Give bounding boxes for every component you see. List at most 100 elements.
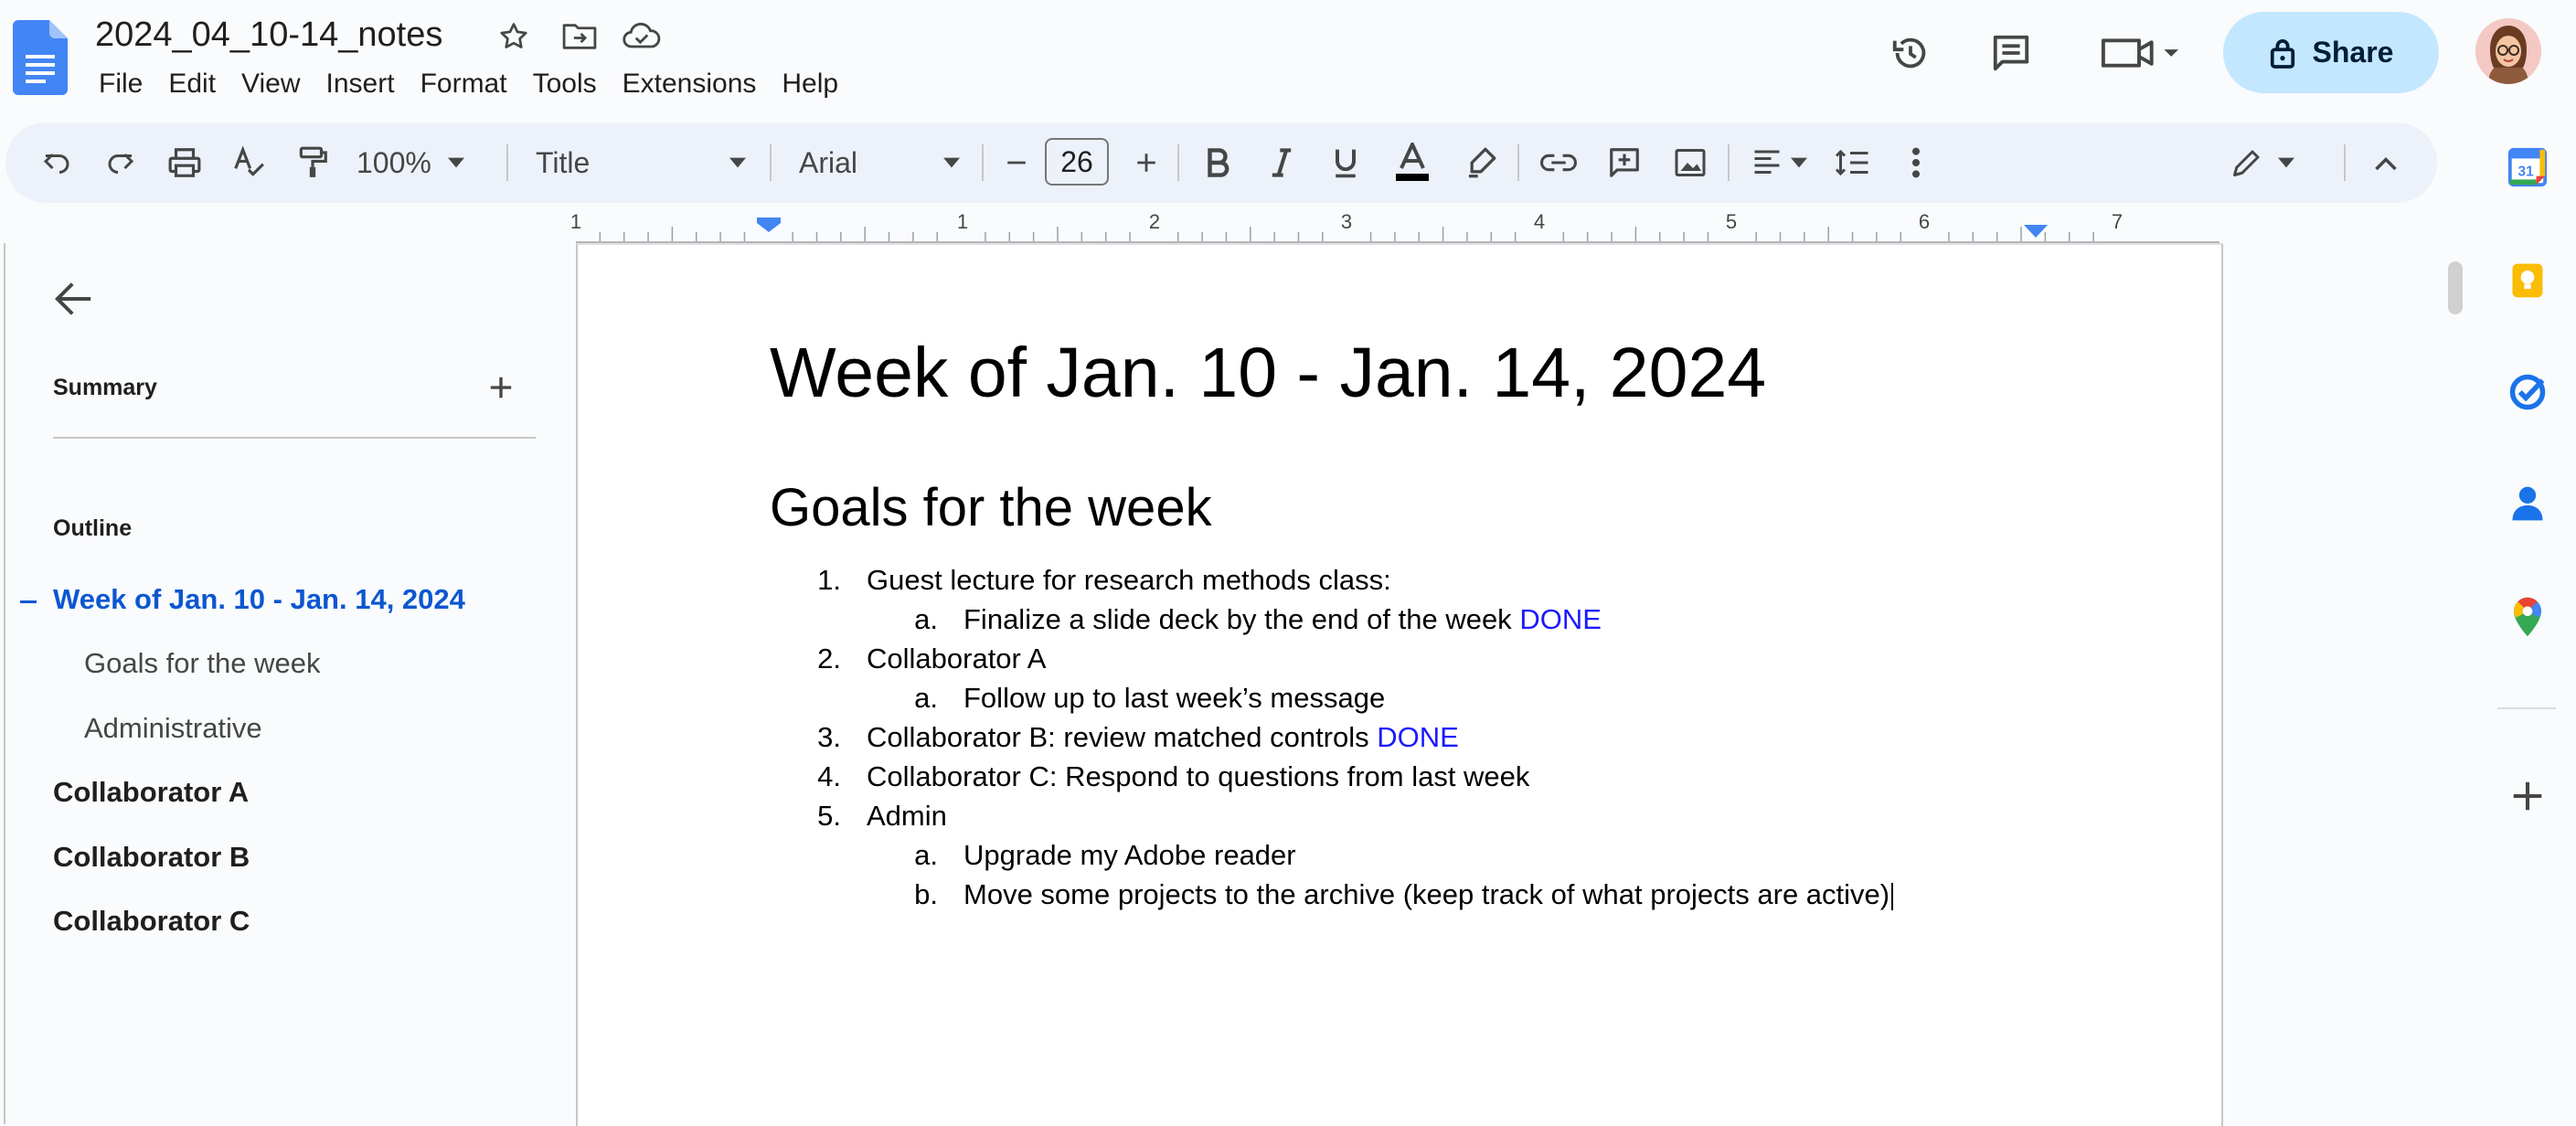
version-history-icon[interactable] <box>1883 26 1938 80</box>
active-marker <box>20 600 37 603</box>
insert-link-icon[interactable] <box>1538 122 1580 203</box>
list-item[interactable]: 1. Guest lecture for research methods cla… <box>817 561 1391 600</box>
align-select[interactable] <box>1742 122 1815 203</box>
star-icon[interactable] <box>494 16 534 57</box>
list-item[interactable]: b. Move some projects to the archive (kee… <box>914 876 1894 914</box>
comments-icon[interactable] <box>1984 26 2038 80</box>
docs-logo-icon[interactable] <box>13 20 68 95</box>
tasks-icon[interactable] <box>2505 369 2550 415</box>
list-item[interactable]: 5. Admin <box>817 797 947 835</box>
move-folder-icon[interactable] <box>559 16 600 57</box>
add-comment-icon[interactable] <box>1603 122 1645 203</box>
outline-label: Outline <box>53 515 133 541</box>
chevron-down-icon <box>943 157 960 168</box>
scrollbar-thumb[interactable] <box>2448 261 2463 314</box>
toolbar: 100% Title Arial 26 <box>5 122 2437 203</box>
text-cursor <box>1891 882 1894 910</box>
outline-item-administrative[interactable]: Administrative <box>84 712 262 745</box>
document-heading[interactable]: Week of Jan. 10 - Jan. 14, 2024 <box>770 329 1766 417</box>
keep-icon[interactable] <box>2505 258 2550 303</box>
ruler-label: 2 <box>1148 210 1161 233</box>
menu-help[interactable]: Help <box>769 64 851 104</box>
underline-icon[interactable] <box>1325 122 1366 203</box>
menu-extensions[interactable]: Extensions <box>610 64 770 104</box>
indent-marker <box>757 218 781 232</box>
divider <box>53 437 536 439</box>
style-value: Title <box>536 145 591 179</box>
insert-image-icon[interactable] <box>1669 122 1711 203</box>
print-icon[interactable] <box>165 122 205 203</box>
menu-edit[interactable]: Edit <box>155 64 229 104</box>
editing-mode-select[interactable] <box>2221 122 2304 203</box>
list-item[interactable]: 4. Collaborator C: Respond to questions f… <box>817 758 1529 796</box>
pencil-icon <box>2233 150 2260 176</box>
done-tag: DONE <box>1519 603 1602 635</box>
ruler-label: 5 <box>1725 210 1738 233</box>
contacts-icon[interactable] <box>2505 481 2550 526</box>
meet-icon[interactable] <box>2093 26 2185 80</box>
menu-insert[interactable]: Insert <box>314 64 408 104</box>
menu-tools[interactable]: Tools <box>520 64 610 104</box>
calendar-icon[interactable]: 31 <box>2505 144 2550 190</box>
share-label: Share <box>2312 36 2394 69</box>
ruler-label: 3 <box>1340 210 1353 233</box>
bold-icon[interactable] <box>1198 122 1238 203</box>
sidebar-border <box>4 243 5 1124</box>
hide-menus-icon[interactable] <box>2368 122 2404 203</box>
text-color-icon[interactable] <box>1389 122 1435 203</box>
undo-icon[interactable] <box>37 122 77 203</box>
outline-item-collaborator-b[interactable]: Collaborator B <box>53 841 250 874</box>
font-size-input[interactable]: 26 <box>1045 138 1109 186</box>
ruler-label: 7 <box>2111 210 2124 233</box>
list-item[interactable]: a. Finalize a slide deck by the end of th… <box>914 600 1602 639</box>
redo-icon[interactable] <box>101 122 141 203</box>
section-heading[interactable]: Goals for the week <box>770 473 1212 543</box>
font-select[interactable]: Arial <box>799 122 960 203</box>
avatar[interactable] <box>2475 18 2541 84</box>
document-title[interactable]: 2024_04_10-14_notes <box>95 11 442 58</box>
maps-icon[interactable] <box>2505 594 2550 640</box>
zoom-value: 100% <box>357 145 431 179</box>
ruler[interactable]: 1 1 2 3 4 5 6 7 <box>570 208 2221 245</box>
ruler-label: 4 <box>1533 210 1546 233</box>
outline-item-collaborator-a[interactable]: Collaborator A <box>53 776 249 809</box>
back-arrow-icon[interactable] <box>48 272 101 325</box>
more-options-icon[interactable] <box>1898 122 1934 203</box>
line-spacing-icon[interactable] <box>1832 122 1874 203</box>
menu-format[interactable]: Format <box>408 64 520 104</box>
spellcheck-icon[interactable] <box>229 122 269 203</box>
highlight-color-icon[interactable] <box>1461 122 1501 203</box>
chevron-down-icon <box>1791 157 1807 168</box>
list-item[interactable]: a. Follow up to last week’s message <box>914 679 1385 717</box>
share-button[interactable]: Share <box>2223 12 2439 93</box>
menu-bar: File Edit View Insert Format Tools Exten… <box>86 64 851 104</box>
italic-icon[interactable] <box>1261 122 1302 203</box>
ruler-label: 1 <box>956 210 969 233</box>
paint-format-icon[interactable] <box>293 122 333 203</box>
cloud-saved-icon[interactable] <box>622 16 662 57</box>
menu-file[interactable]: File <box>86 64 155 104</box>
ruler-label: 1 <box>569 210 582 233</box>
menu-view[interactable]: View <box>229 64 313 104</box>
chevron-down-icon <box>729 157 746 168</box>
add-summary-icon[interactable] <box>483 369 519 406</box>
list-item[interactable]: 2. Collaborator A <box>817 640 1046 678</box>
ruler-label: 6 <box>1918 210 1931 233</box>
decrease-font-size-icon[interactable] <box>998 122 1035 203</box>
done-tag: DONE <box>1377 721 1459 753</box>
outline-item-week-heading[interactable]: Week of Jan. 10 - Jan. 14, 2024 <box>53 583 465 616</box>
outline-item-collaborator-c[interactable]: Collaborator C <box>53 905 250 938</box>
list-item[interactable]: 3. Collaborator B: review matched control… <box>817 718 1459 757</box>
lock-icon <box>2269 37 2296 69</box>
list-item[interactable]: a. Upgrade my Adobe reader <box>914 836 1295 875</box>
add-icon[interactable] <box>2505 773 2550 819</box>
chevron-down-icon <box>447 157 464 168</box>
font-value: Arial <box>799 145 858 179</box>
zoom-select[interactable]: 100% <box>357 122 494 203</box>
style-select[interactable]: Title <box>536 122 746 203</box>
outline-item-goals[interactable]: Goals for the week <box>84 647 320 680</box>
summary-label: Summary <box>53 375 157 400</box>
chevron-down-icon <box>2278 157 2294 168</box>
increase-font-size-icon[interactable] <box>1128 122 1165 203</box>
divider <box>2497 707 2556 709</box>
